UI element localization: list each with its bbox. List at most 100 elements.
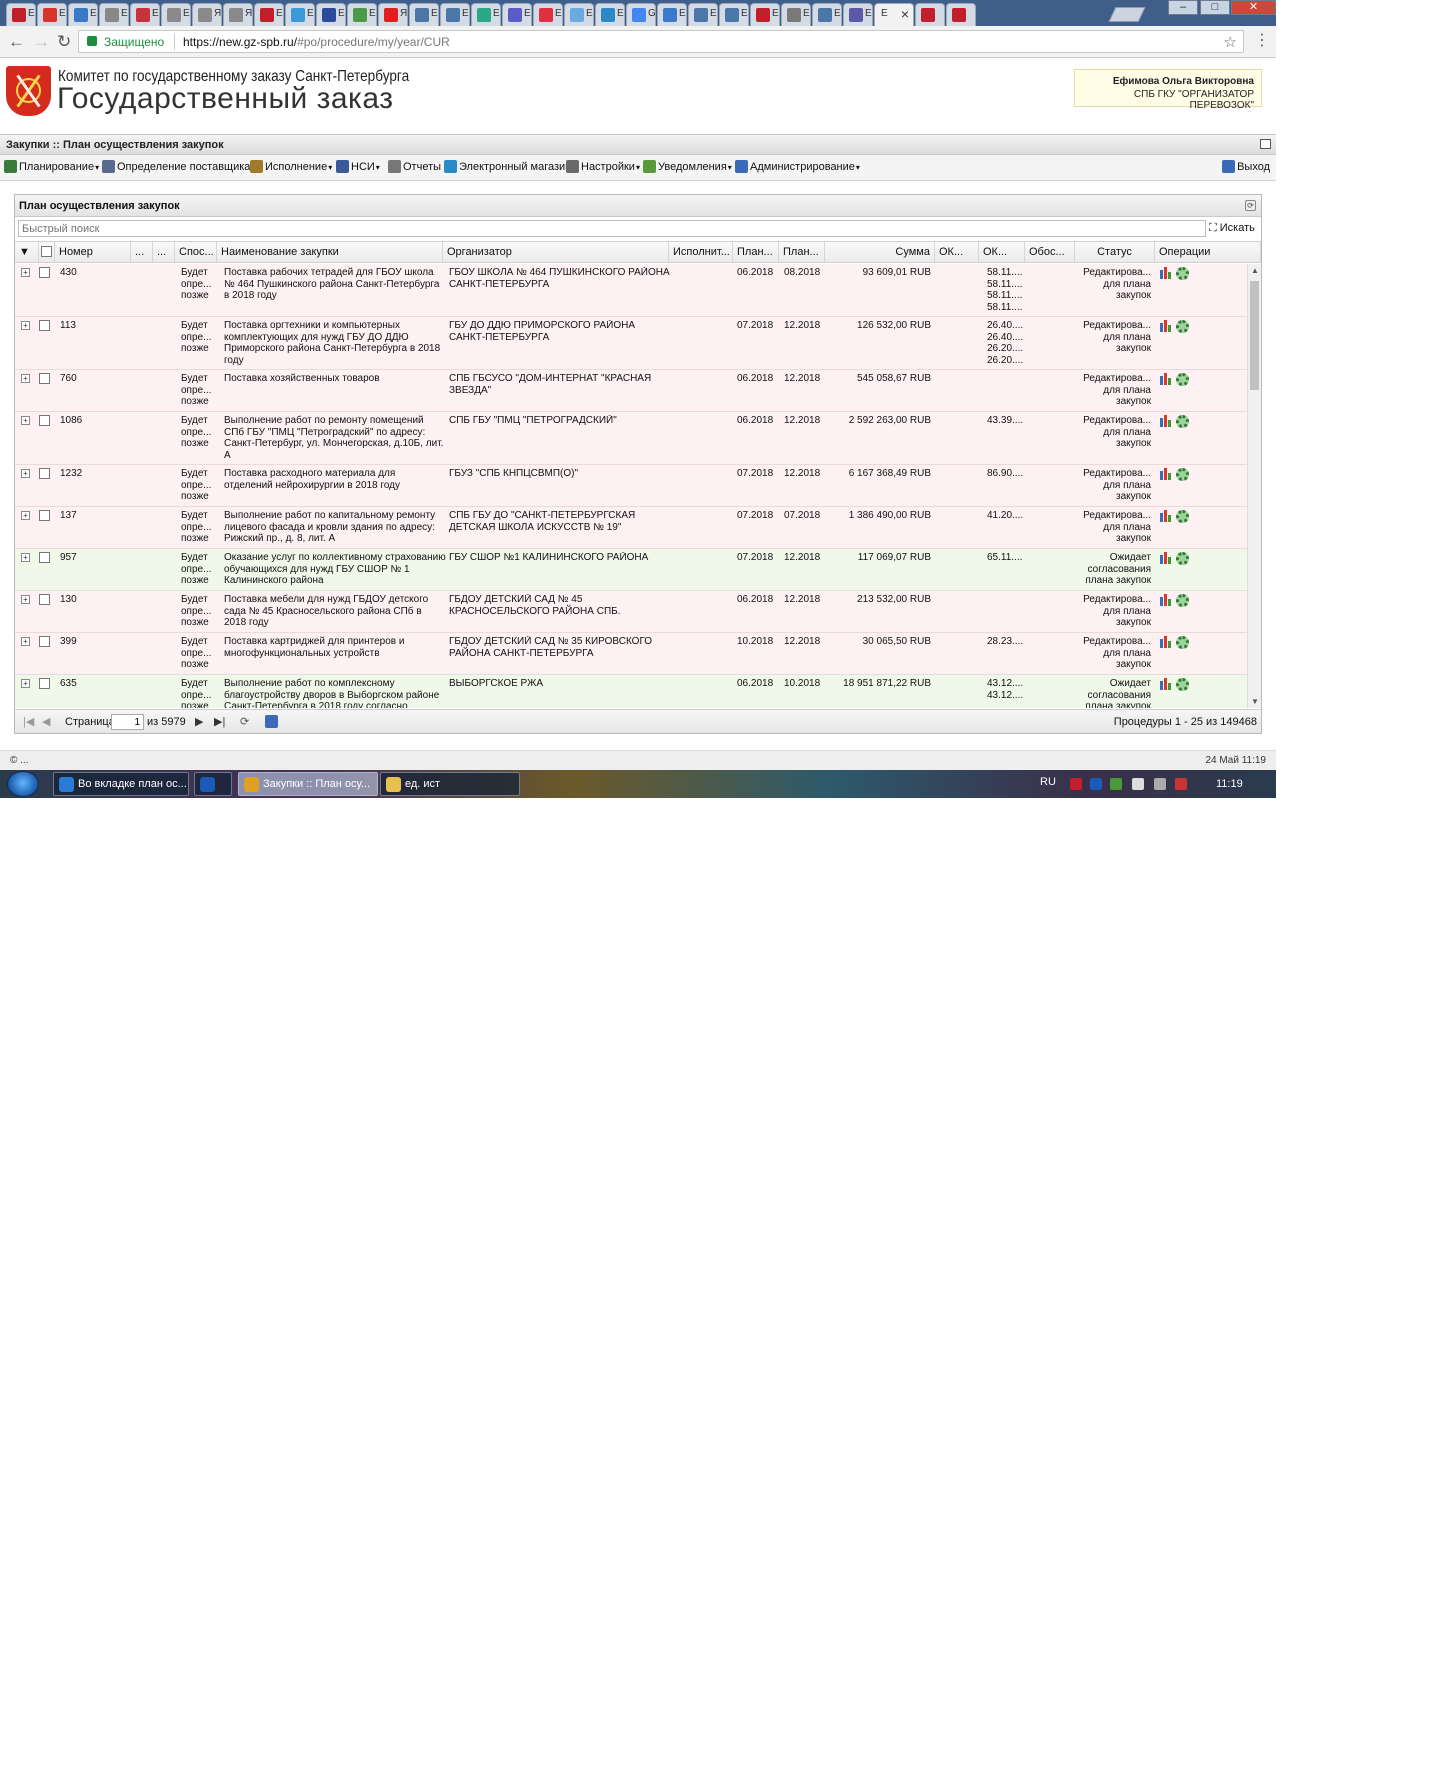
menu-item-reports[interactable]: Отчеты: [388, 160, 441, 176]
expand-row-icon[interactable]: +: [21, 321, 30, 330]
procedure-number[interactable]: 399: [60, 636, 130, 648]
gear-icon[interactable]: [1176, 468, 1189, 481]
row-checkbox[interactable]: [39, 320, 50, 331]
taskbar-item[interactable]: Во вкладке план ос...: [53, 772, 189, 796]
select-all-checkbox[interactable]: [41, 246, 52, 257]
table-row[interactable]: +1232 Будет опре... позже Поставка расходног…: [15, 465, 1247, 507]
gear-icon[interactable]: [1176, 267, 1189, 280]
chart-icon[interactable]: [1160, 320, 1173, 332]
row-checkbox[interactable]: [39, 267, 50, 278]
column-header[interactable]: Номер: [55, 242, 131, 262]
minimize-button[interactable]: –: [1168, 0, 1198, 15]
procedure-number[interactable]: 760: [60, 373, 130, 385]
start-button[interactable]: [7, 771, 39, 797]
column-header[interactable]: ОК...: [935, 242, 979, 262]
row-checkbox[interactable]: [39, 552, 50, 563]
refresh-grid-icon[interactable]: ⟳: [240, 715, 249, 728]
last-page-icon[interactable]: ▶|: [214, 715, 225, 728]
procedure-number[interactable]: 1232: [60, 468, 130, 480]
procedure-number[interactable]: 957: [60, 552, 130, 564]
column-header[interactable]: Спос...: [175, 242, 217, 262]
table-row[interactable]: +1086 Будет опре... позже Выполнение работ п…: [15, 412, 1247, 465]
procedure-number[interactable]: 1086: [60, 415, 130, 427]
back-arrow-icon[interactable]: ←: [8, 32, 25, 52]
page-number-input[interactable]: [111, 714, 144, 730]
table-row[interactable]: +130 Будет опре... позже Поставка мебели для…: [15, 591, 1247, 633]
user-info-box[interactable]: Ефимова Ольга Викторовна СПБ ГКУ "ОРГАНИ…: [1074, 69, 1262, 111]
expand-row-icon[interactable]: +: [21, 374, 30, 383]
browser-menu-icon[interactable]: ⋮: [1254, 30, 1270, 50]
table-row[interactable]: +399 Будет опре... позже Поставка картриджей…: [15, 633, 1247, 675]
browser-tab[interactable]: Е: [316, 3, 346, 26]
browser-tab[interactable]: Е: [657, 3, 687, 26]
table-row[interactable]: +760 Будет опре... позже Поставка хозяйствен…: [15, 370, 1247, 412]
browser-tab[interactable]: Е: [781, 3, 811, 26]
scrollbar-thumb[interactable]: [1250, 281, 1259, 390]
first-page-icon[interactable]: |◀: [23, 715, 34, 728]
browser-tab[interactable]: Я: [378, 3, 408, 26]
tray-outlook-icon[interactable]: [1090, 778, 1102, 790]
save-icon[interactable]: [265, 715, 278, 728]
tray-display-icon[interactable]: [1154, 778, 1166, 790]
browser-tab[interactable]: Я: [192, 3, 222, 26]
browser-tab[interactable]: Е: [564, 3, 594, 26]
browser-tab[interactable]: Е: [161, 3, 191, 26]
browser-tab[interactable]: [915, 3, 945, 26]
expand-row-icon[interactable]: +: [21, 416, 30, 425]
row-checkbox[interactable]: [39, 468, 50, 479]
expand-row-icon[interactable]: +: [21, 637, 30, 646]
browser-tab[interactable]: Е: [440, 3, 470, 26]
forward-arrow-icon[interactable]: →: [33, 32, 50, 52]
bookmark-star-icon[interactable]: ☆: [1224, 33, 1237, 51]
chart-icon[interactable]: [1160, 636, 1173, 648]
browser-tab[interactable]: Е: [68, 3, 98, 26]
browser-tab[interactable]: Е: [502, 3, 532, 26]
input-language[interactable]: RU: [1040, 776, 1056, 788]
scroll-down-arrow-icon[interactable]: ▼: [1251, 697, 1259, 706]
gear-icon[interactable]: [1176, 552, 1189, 565]
tab-close-icon[interactable]: ×: [901, 6, 909, 22]
browser-tab[interactable]: Е: [254, 3, 284, 26]
tray-flag-icon[interactable]: [1132, 778, 1144, 790]
menu-item-settings[interactable]: Настройки▾: [566, 160, 640, 176]
column-header[interactable]: Операции: [1155, 242, 1261, 262]
table-row[interactable]: +635 Будет опре... позже Выполнение работ по…: [15, 675, 1247, 708]
browser-tab[interactable]: Е: [37, 3, 67, 26]
new-tab-button[interactable]: [1108, 7, 1146, 22]
gear-icon[interactable]: [1176, 510, 1189, 523]
menu-item-admin[interactable]: Администрирование▾: [735, 160, 860, 176]
column-header[interactable]: Наименование закупки: [217, 242, 443, 262]
scroll-up-arrow-icon[interactable]: ▲: [1251, 266, 1259, 275]
column-header[interactable]: Сумма: [825, 242, 935, 262]
procedure-number[interactable]: 635: [60, 678, 130, 690]
table-row[interactable]: +957 Будет опре... позже Оказание услуг по к…: [15, 549, 1247, 591]
procedure-number[interactable]: 113: [60, 320, 130, 332]
url-text[interactable]: https://new.gz-spb.ru/#po/procedure/my/y…: [183, 35, 450, 49]
refresh-panel-icon[interactable]: ⟳: [1245, 200, 1256, 211]
chart-icon[interactable]: [1160, 552, 1173, 564]
search-button[interactable]: ⛶ Искать: [1209, 222, 1255, 235]
column-header[interactable]: План...: [779, 242, 825, 262]
quick-search-input[interactable]: [18, 220, 1206, 237]
menu-item-execution[interactable]: Исполнение▾: [250, 160, 332, 176]
row-checkbox[interactable]: [39, 636, 50, 647]
chart-icon[interactable]: [1160, 510, 1173, 522]
tray-antivirus-icon[interactable]: [1070, 778, 1082, 790]
expand-row-icon[interactable]: +: [21, 511, 30, 520]
close-window-button[interactable]: ✕: [1231, 0, 1276, 15]
expand-row-icon[interactable]: +: [21, 595, 30, 604]
browser-tab[interactable]: Е: [719, 3, 749, 26]
expand-row-icon[interactable]: +: [21, 469, 30, 478]
column-header[interactable]: План...: [733, 242, 779, 262]
row-checkbox[interactable]: [39, 510, 50, 521]
taskbar-clock[interactable]: 11:19: [1216, 778, 1243, 790]
column-header[interactable]: Организатор: [443, 242, 669, 262]
maximize-panel-icon[interactable]: [1260, 139, 1271, 149]
browser-tab[interactable]: Е: [471, 3, 501, 26]
maximize-button[interactable]: □: [1200, 0, 1230, 15]
taskbar-item[interactable]: [194, 772, 232, 796]
browser-tab[interactable]: G: [626, 3, 656, 26]
next-page-icon[interactable]: ▶: [195, 715, 203, 728]
browser-tab[interactable]: Я: [223, 3, 253, 26]
menu-item-reference[interactable]: НСИ▾: [336, 160, 380, 176]
